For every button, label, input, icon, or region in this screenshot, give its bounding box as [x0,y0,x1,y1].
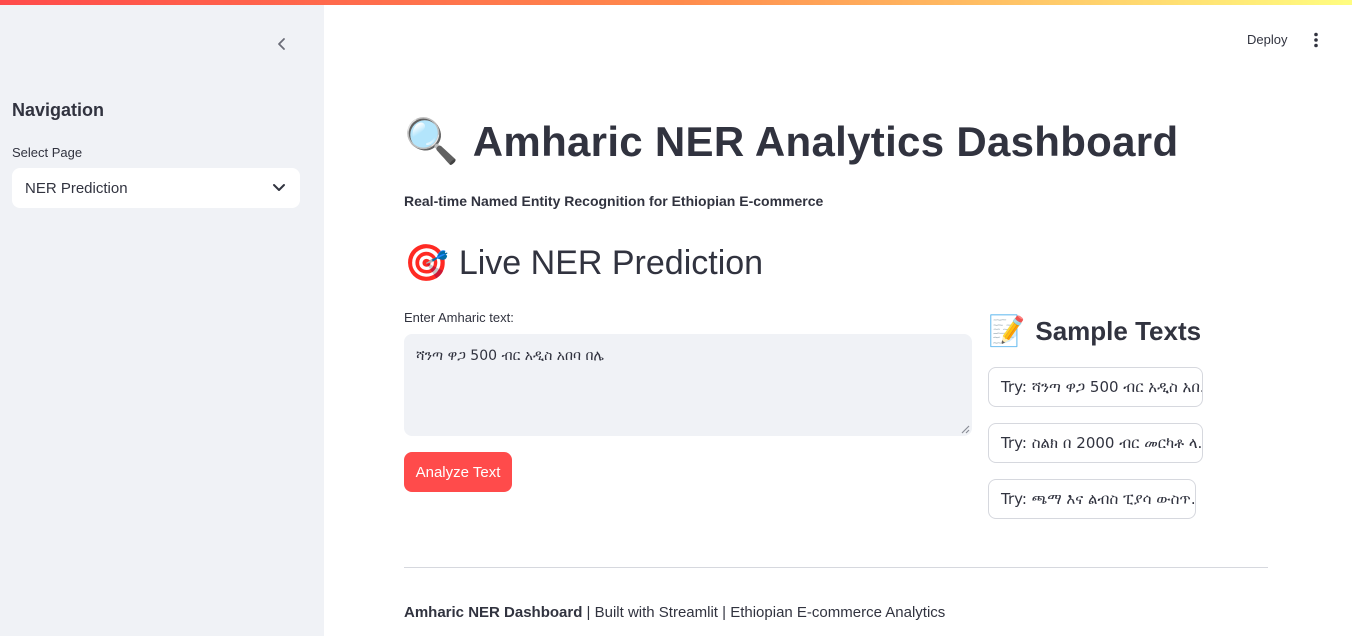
memo-icon: 📝 [988,313,1026,349]
footer-title: Amharic NER Dashboard [404,604,583,621]
sample-text-button-2[interactable]: Try: ስልክ በ 2000 ብር መርካቶ ላ... [988,423,1203,463]
page-title: 🔍 Amharic NER Analytics Dashboard [404,118,1178,166]
sample-texts-title-text: Sample Texts [1035,316,1202,346]
input-label: Enter Amharic text: [404,310,514,325]
target-icon: 🎯 [404,242,449,284]
sidebar: Navigation Select Page NER Prediction [0,0,324,636]
select-page-label: Select Page [12,145,83,160]
page-title-text: Amharic NER Analytics Dashboard [472,118,1179,165]
analyze-text-button[interactable]: Analyze Text [404,452,512,492]
sample-texts-title: 📝 Sample Texts [988,316,1201,347]
chevron-down-icon [273,184,285,191]
section-title-text: Live NER Prediction [458,244,764,282]
deploy-button[interactable]: Deploy [1247,32,1287,47]
page-subtitle: Real-time Named Entity Recognition for E… [404,193,824,209]
footer: Amharic NER Dashboard | Built with Strea… [404,604,945,621]
section-title: 🎯 Live NER Prediction [404,244,763,283]
page-select-value: NER Prediction [25,179,128,197]
top-decoration-stripe [0,0,1352,5]
amharic-text-input[interactable]: ሻንጣ ዋጋ 500 ብር አዲስ አበባ በሌ [404,334,972,436]
chevron-left-icon [278,38,285,50]
footer-text: | Built with Streamlit | Ethiopian E-com… [582,604,946,621]
sample-text-button-3[interactable]: Try: ጫማ እና ልብስ ፒያሳ ውስጥ... [988,479,1196,519]
sample-text-button-1[interactable]: Try: ሻንጣ ዋጋ 500 ብር አዲስ አበ... [988,367,1203,407]
main-menu-button[interactable] [1306,30,1326,50]
page-select[interactable]: NER Prediction [12,168,300,208]
divider [404,567,1268,568]
resize-handle-icon[interactable] [958,422,970,434]
magnifier-icon: 🔍 [404,116,459,167]
vertical-dots-icon [1314,32,1318,48]
collapse-sidebar-button[interactable] [270,32,294,56]
sidebar-title: Navigation [12,100,105,120]
